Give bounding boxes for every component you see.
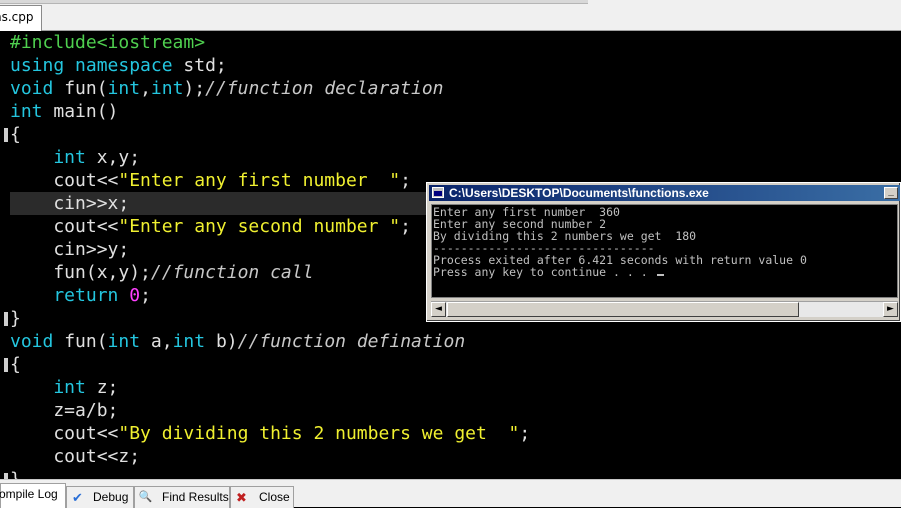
code-line[interactable]: cout<<z; xyxy=(10,445,140,468)
code-token: z=a/b; xyxy=(10,400,119,421)
code-token: fun(x,y); xyxy=(10,262,151,283)
tab-file[interactable]: ns.cpp xyxy=(0,5,42,31)
code-token: fun( xyxy=(64,78,108,99)
code-token: , xyxy=(140,78,151,99)
code-line[interactable]: int z; xyxy=(10,376,118,399)
code-token: ; xyxy=(140,285,151,306)
minimize-button[interactable]: _ xyxy=(884,187,898,199)
code-line[interactable]: { xyxy=(10,353,21,376)
console-prompt-line: Press any key to continue . . . xyxy=(433,266,664,278)
code-token: using namespace xyxy=(10,55,184,76)
code-token: cout<< xyxy=(10,216,119,237)
console-horizontal-scrollbar[interactable]: ◄ ► xyxy=(431,301,898,317)
code-line[interactable]: cin>>x; xyxy=(10,192,129,215)
fold-marker-fun[interactable] xyxy=(4,358,8,372)
code-token: main() xyxy=(53,101,119,122)
code-token: int xyxy=(150,78,184,99)
code-line[interactable]: cout<<"Enter any second number "; xyxy=(10,215,411,238)
code-token: cout<<z; xyxy=(10,446,141,467)
code-line[interactable]: int x,y; xyxy=(10,146,140,169)
tab-debug[interactable]: ✔ Debug xyxy=(66,486,134,508)
console-prompt: Press any key to continue . . . xyxy=(433,265,655,279)
find-results-icon: 🔍 xyxy=(138,491,153,503)
console-window[interactable]: C:\Users\DESKTOP\Documents\functions.exe… xyxy=(426,182,901,322)
code-line[interactable]: void fun(int a,int b)//function definati… xyxy=(10,330,465,353)
tab-debug-label: Debug xyxy=(93,490,129,504)
code-token: } xyxy=(10,308,21,329)
editor-tab-bar: ns.cpp xyxy=(0,0,901,31)
code-line[interactable]: fun(x,y);//function call xyxy=(10,261,313,284)
console-title: C:\Users\DESKTOP\Documents\functions.exe xyxy=(449,186,709,200)
tab-bar-top-edge xyxy=(0,0,588,4)
code-line[interactable]: cout<<"Enter any first number "; xyxy=(10,169,411,192)
code-line[interactable]: } xyxy=(10,307,21,330)
console-cursor xyxy=(656,274,664,276)
console-app-icon xyxy=(432,187,444,198)
code-line[interactable]: { xyxy=(10,123,21,146)
tab-find-results[interactable]: 🔍 Find Results xyxy=(134,486,230,508)
code-token: //function declaration xyxy=(205,78,444,99)
code-token: "By dividing this 2 numbers we get " xyxy=(118,423,520,444)
code-token: void xyxy=(10,78,65,99)
code-token: 0 xyxy=(129,285,141,306)
close-icon: ✖ xyxy=(236,490,247,505)
code-token: #include<iostream> xyxy=(10,32,206,53)
code-token: b) xyxy=(215,331,238,352)
code-token: "Enter any second number " xyxy=(118,216,401,237)
code-token: fun( xyxy=(64,331,108,352)
fold-marker-main-end xyxy=(4,312,8,326)
code-token: { xyxy=(10,354,21,375)
console-title-bar[interactable]: C:\Users\DESKTOP\Documents\functions.exe… xyxy=(429,185,900,201)
code-token: int xyxy=(172,331,216,352)
scrollbar-thumb[interactable] xyxy=(447,302,799,317)
code-token: cin>>x; xyxy=(10,193,130,214)
code-token: //function defination xyxy=(237,331,466,352)
editor-gutter xyxy=(0,31,7,479)
code-line[interactable]: using namespace std; xyxy=(10,54,227,77)
code-token: cout<< xyxy=(10,170,119,191)
code-token: ; xyxy=(519,423,531,444)
code-line[interactable]: cout<<"By dividing this 2 numbers we get… xyxy=(10,422,530,445)
debug-check-icon: ✔ xyxy=(72,490,83,505)
code-token: int xyxy=(10,377,97,398)
code-token: "Enter any first number " xyxy=(118,170,401,191)
tab-compile-log[interactable]: ompile Log xyxy=(0,483,66,508)
code-token: x,y; xyxy=(96,147,141,168)
code-token: a, xyxy=(150,331,173,352)
tab-compile-log-label: ompile Log xyxy=(0,487,58,501)
code-line[interactable]: } xyxy=(10,468,21,479)
code-line[interactable]: void fun(int,int);//function declaration xyxy=(10,77,444,100)
code-line[interactable]: cin>>y; xyxy=(10,238,129,261)
code-token: int xyxy=(107,78,141,99)
scroll-right-arrow-icon[interactable]: ► xyxy=(883,302,898,317)
code-token: { xyxy=(10,124,21,145)
code-token: ; xyxy=(400,170,411,191)
tab-close[interactable]: ✖ Close xyxy=(230,486,294,508)
code-token: std; xyxy=(183,55,227,76)
code-line[interactable]: int main() xyxy=(10,100,118,123)
code-token: return xyxy=(10,285,130,306)
console-output[interactable]: Enter any first number 360 Enter any sec… xyxy=(431,204,898,298)
code-token: int xyxy=(107,331,151,352)
code-token: void xyxy=(10,331,65,352)
scroll-left-arrow-icon[interactable]: ◄ xyxy=(431,302,446,317)
code-line[interactable]: #include<iostream> xyxy=(10,31,205,54)
tab-filename: ns.cpp xyxy=(0,10,34,24)
code-line[interactable]: return 0; xyxy=(10,284,151,307)
fold-marker-main[interactable] xyxy=(4,128,8,142)
code-token: //function call xyxy=(150,262,314,283)
code-token: ); xyxy=(183,78,206,99)
code-token: cin>>y; xyxy=(10,239,130,260)
code-token: int xyxy=(10,101,54,122)
code-token: z; xyxy=(96,377,119,398)
code-token: cout<< xyxy=(10,423,119,444)
tab-close-label: Close xyxy=(259,490,290,504)
bottom-panel-tabs: ompile Log ✔ Debug 🔍 Find Results ✖ Clos… xyxy=(0,479,901,508)
tab-find-results-label: Find Results xyxy=(162,490,229,504)
code-token: int xyxy=(10,147,97,168)
code-line[interactable]: z=a/b; xyxy=(10,399,118,422)
code-token: } xyxy=(10,469,21,479)
code-token: ; xyxy=(400,216,411,237)
